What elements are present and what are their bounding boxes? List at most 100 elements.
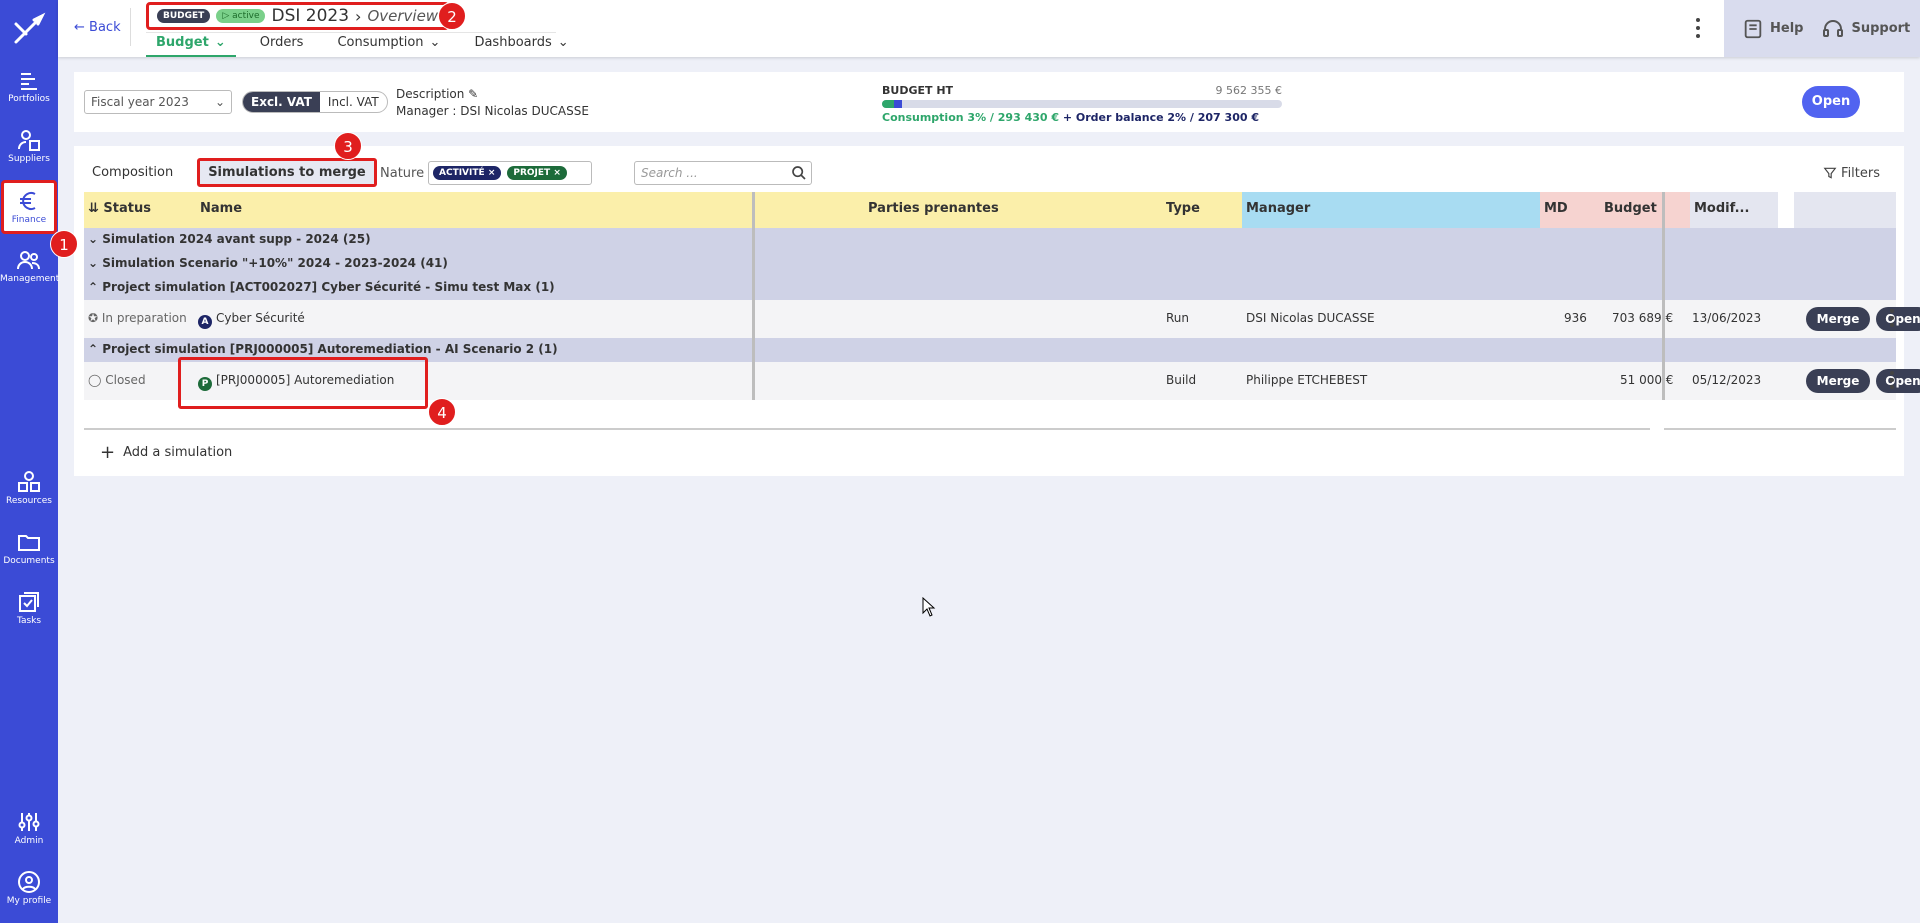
- group-count: (41): [420, 256, 448, 270]
- col-header-manager[interactable]: Manager: [1242, 192, 1314, 228]
- open-budget-button[interactable]: Open: [1802, 86, 1860, 118]
- chip-label: PROJET: [513, 168, 551, 178]
- nature-filter[interactable]: ACTIVITÉ × PROJET ×: [428, 161, 592, 185]
- frozen-column-divider[interactable]: [752, 192, 755, 400]
- close-icon[interactable]: ×: [553, 168, 561, 178]
- chip-projet[interactable]: PROJET ×: [507, 166, 567, 180]
- col-header-budget[interactable]: Budget: [1600, 192, 1661, 228]
- chevron-right-icon: ›: [355, 6, 362, 26]
- arrow-left-icon: ←: [74, 20, 85, 35]
- table-scrollbar[interactable]: [84, 428, 1650, 430]
- sidebar-item-admin[interactable]: Admin: [0, 804, 58, 860]
- tab-consumption[interactable]: Consumption ⌄: [327, 33, 450, 57]
- type-cell: Run: [1166, 311, 1190, 325]
- more-options-icon[interactable]: [1694, 16, 1702, 40]
- add-simulation-button[interactable]: + Add a simulation: [100, 442, 232, 463]
- chip-activite[interactable]: ACTIVITÉ ×: [433, 166, 502, 180]
- book-icon: [1744, 19, 1762, 38]
- sidebar-item-management[interactable]: Management: [0, 242, 59, 298]
- vat-incl-option[interactable]: Incl. VAT: [320, 92, 387, 112]
- simulations-panel: Composition Simulations to merge Nature …: [74, 146, 1920, 476]
- header-tabs: Budget ⌄ Orders Consumption ⌄ Dashboards ⌄: [146, 32, 569, 57]
- sidebar-item-portfolios[interactable]: Portfolios: [0, 62, 58, 118]
- col-header-md[interactable]: MD: [1540, 192, 1572, 228]
- sidebar-item-finance[interactable]: Finance: [1, 180, 57, 234]
- actions-column-divider: [1662, 192, 1665, 400]
- tab-orders[interactable]: Orders: [250, 33, 314, 57]
- chevron-down-icon: ⌄: [88, 232, 103, 246]
- tab-label: Dashboards: [474, 35, 552, 50]
- consumption-text: Consumption 3% / 293 430 €: [882, 111, 1060, 124]
- collapse-all-icon[interactable]: ⇊: [88, 201, 103, 216]
- tab-composition[interactable]: Composition: [84, 161, 181, 184]
- chip-label: ACTIVITÉ: [439, 168, 485, 178]
- open-button[interactable]: Open: [1876, 307, 1920, 331]
- tab-dashboards[interactable]: Dashboards ⌄: [464, 33, 578, 57]
- col-header-modified[interactable]: Modif...: [1690, 192, 1753, 228]
- order-fill: [894, 100, 902, 108]
- sidebar-item-tasks[interactable]: Tasks: [0, 584, 58, 640]
- page-subtitle: Overview: [367, 7, 439, 25]
- highlight-box: [178, 357, 428, 409]
- col-header-status[interactable]: ⇊ Status: [84, 192, 196, 228]
- tab-budget[interactable]: Budget ⌄: [146, 33, 236, 57]
- sidebar-item-my-profile[interactable]: My profile: [0, 864, 58, 920]
- merge-button[interactable]: Merge: [1806, 307, 1870, 331]
- filters-button[interactable]: Filters: [1823, 166, 1880, 181]
- name-cell[interactable]: A Cyber Sécurité: [198, 311, 305, 329]
- col-bg-actions: [1794, 192, 1896, 228]
- header-utilities: Help Support: [1724, 0, 1920, 57]
- sidebar: Portfolios Suppliers Finance Management …: [0, 0, 59, 923]
- back-link[interactable]: ← Back: [74, 20, 121, 35]
- order-balance-text: + Order balance 2% / 207 300 €: [1062, 111, 1259, 124]
- callout-badge: 1: [50, 230, 78, 258]
- close-icon[interactable]: ×: [488, 168, 496, 178]
- vat-excl-option[interactable]: Excl. VAT: [243, 92, 320, 112]
- callout-badge: 2: [438, 2, 466, 30]
- support-link[interactable]: Support: [1821, 17, 1910, 41]
- col-header-parties[interactable]: Parties prenantes: [864, 192, 1003, 228]
- group-row[interactable]: ⌄ Simulation 2024 avant supp - 2024 (25): [84, 228, 1896, 252]
- sidebar-item-resources[interactable]: Resources: [0, 464, 58, 520]
- sidebar-item-label: Suppliers: [8, 154, 50, 164]
- row-more-icon[interactable]: [1890, 371, 1894, 392]
- table-row[interactable]: ✪ In preparation A Cyber Sécurité Run DSI…: [84, 300, 1920, 338]
- search-input[interactable]: Search ...: [634, 161, 812, 185]
- col-bg-name: [196, 192, 864, 228]
- group-row[interactable]: ⌄ Simulation Scenario "+10%" 2024 - 2023…: [84, 252, 1896, 276]
- row-more-icon[interactable]: [1890, 309, 1894, 330]
- group-count: (25): [342, 232, 371, 246]
- merge-button[interactable]: Merge: [1806, 369, 1870, 393]
- sidebar-item-documents[interactable]: Documents: [0, 524, 58, 580]
- status-cell: ◯ Closed: [88, 373, 146, 387]
- open-button[interactable]: Open: [1876, 369, 1920, 393]
- pencil-icon[interactable]: ✎: [468, 87, 478, 101]
- budget-value: 9 562 355 €: [1215, 84, 1282, 97]
- nature-avatar: A: [198, 315, 212, 329]
- check-circle-icon: ◯: [88, 373, 106, 387]
- table-scrollbar-right[interactable]: [1664, 428, 1896, 430]
- sidebar-item-suppliers[interactable]: Suppliers: [0, 122, 58, 178]
- group-row[interactable]: ⌃ Project simulation [ACT002027] Cyber S…: [84, 276, 1896, 300]
- page-title: DSI 2023: [271, 6, 350, 26]
- sidebar-item-label: Tasks: [16, 616, 42, 626]
- col-header-type[interactable]: Type: [1162, 192, 1204, 228]
- fiscal-year-select[interactable]: Fiscal year 2023 ⌄: [84, 90, 232, 114]
- chevron-up-icon: ⌃: [88, 280, 103, 294]
- group-label: Simulation Scenario "+10%" 2024 - 2023-2…: [102, 256, 417, 270]
- sidebar-item-label: Portfolios: [8, 94, 50, 104]
- help-label: Help: [1770, 21, 1804, 36]
- app-logo-icon[interactable]: [12, 12, 46, 46]
- chevron-down-icon: ⌄: [214, 35, 226, 50]
- add-simulation-label: Add a simulation: [123, 445, 233, 460]
- tab-simulations-to-merge[interactable]: Simulations to merge: [197, 158, 377, 187]
- portfolios-icon: [21, 73, 37, 90]
- vat-toggle: Excl. VAT Incl. VAT: [242, 91, 388, 113]
- chevron-down-icon: ⌄: [214, 95, 225, 109]
- col-header-name[interactable]: Name: [196, 192, 246, 228]
- description-label: Description: [396, 87, 465, 101]
- help-link[interactable]: Help: [1742, 18, 1803, 40]
- search-icon: [792, 166, 806, 180]
- play-icon: ▷: [222, 11, 233, 21]
- sidebar-item-label: Admin: [14, 836, 44, 846]
